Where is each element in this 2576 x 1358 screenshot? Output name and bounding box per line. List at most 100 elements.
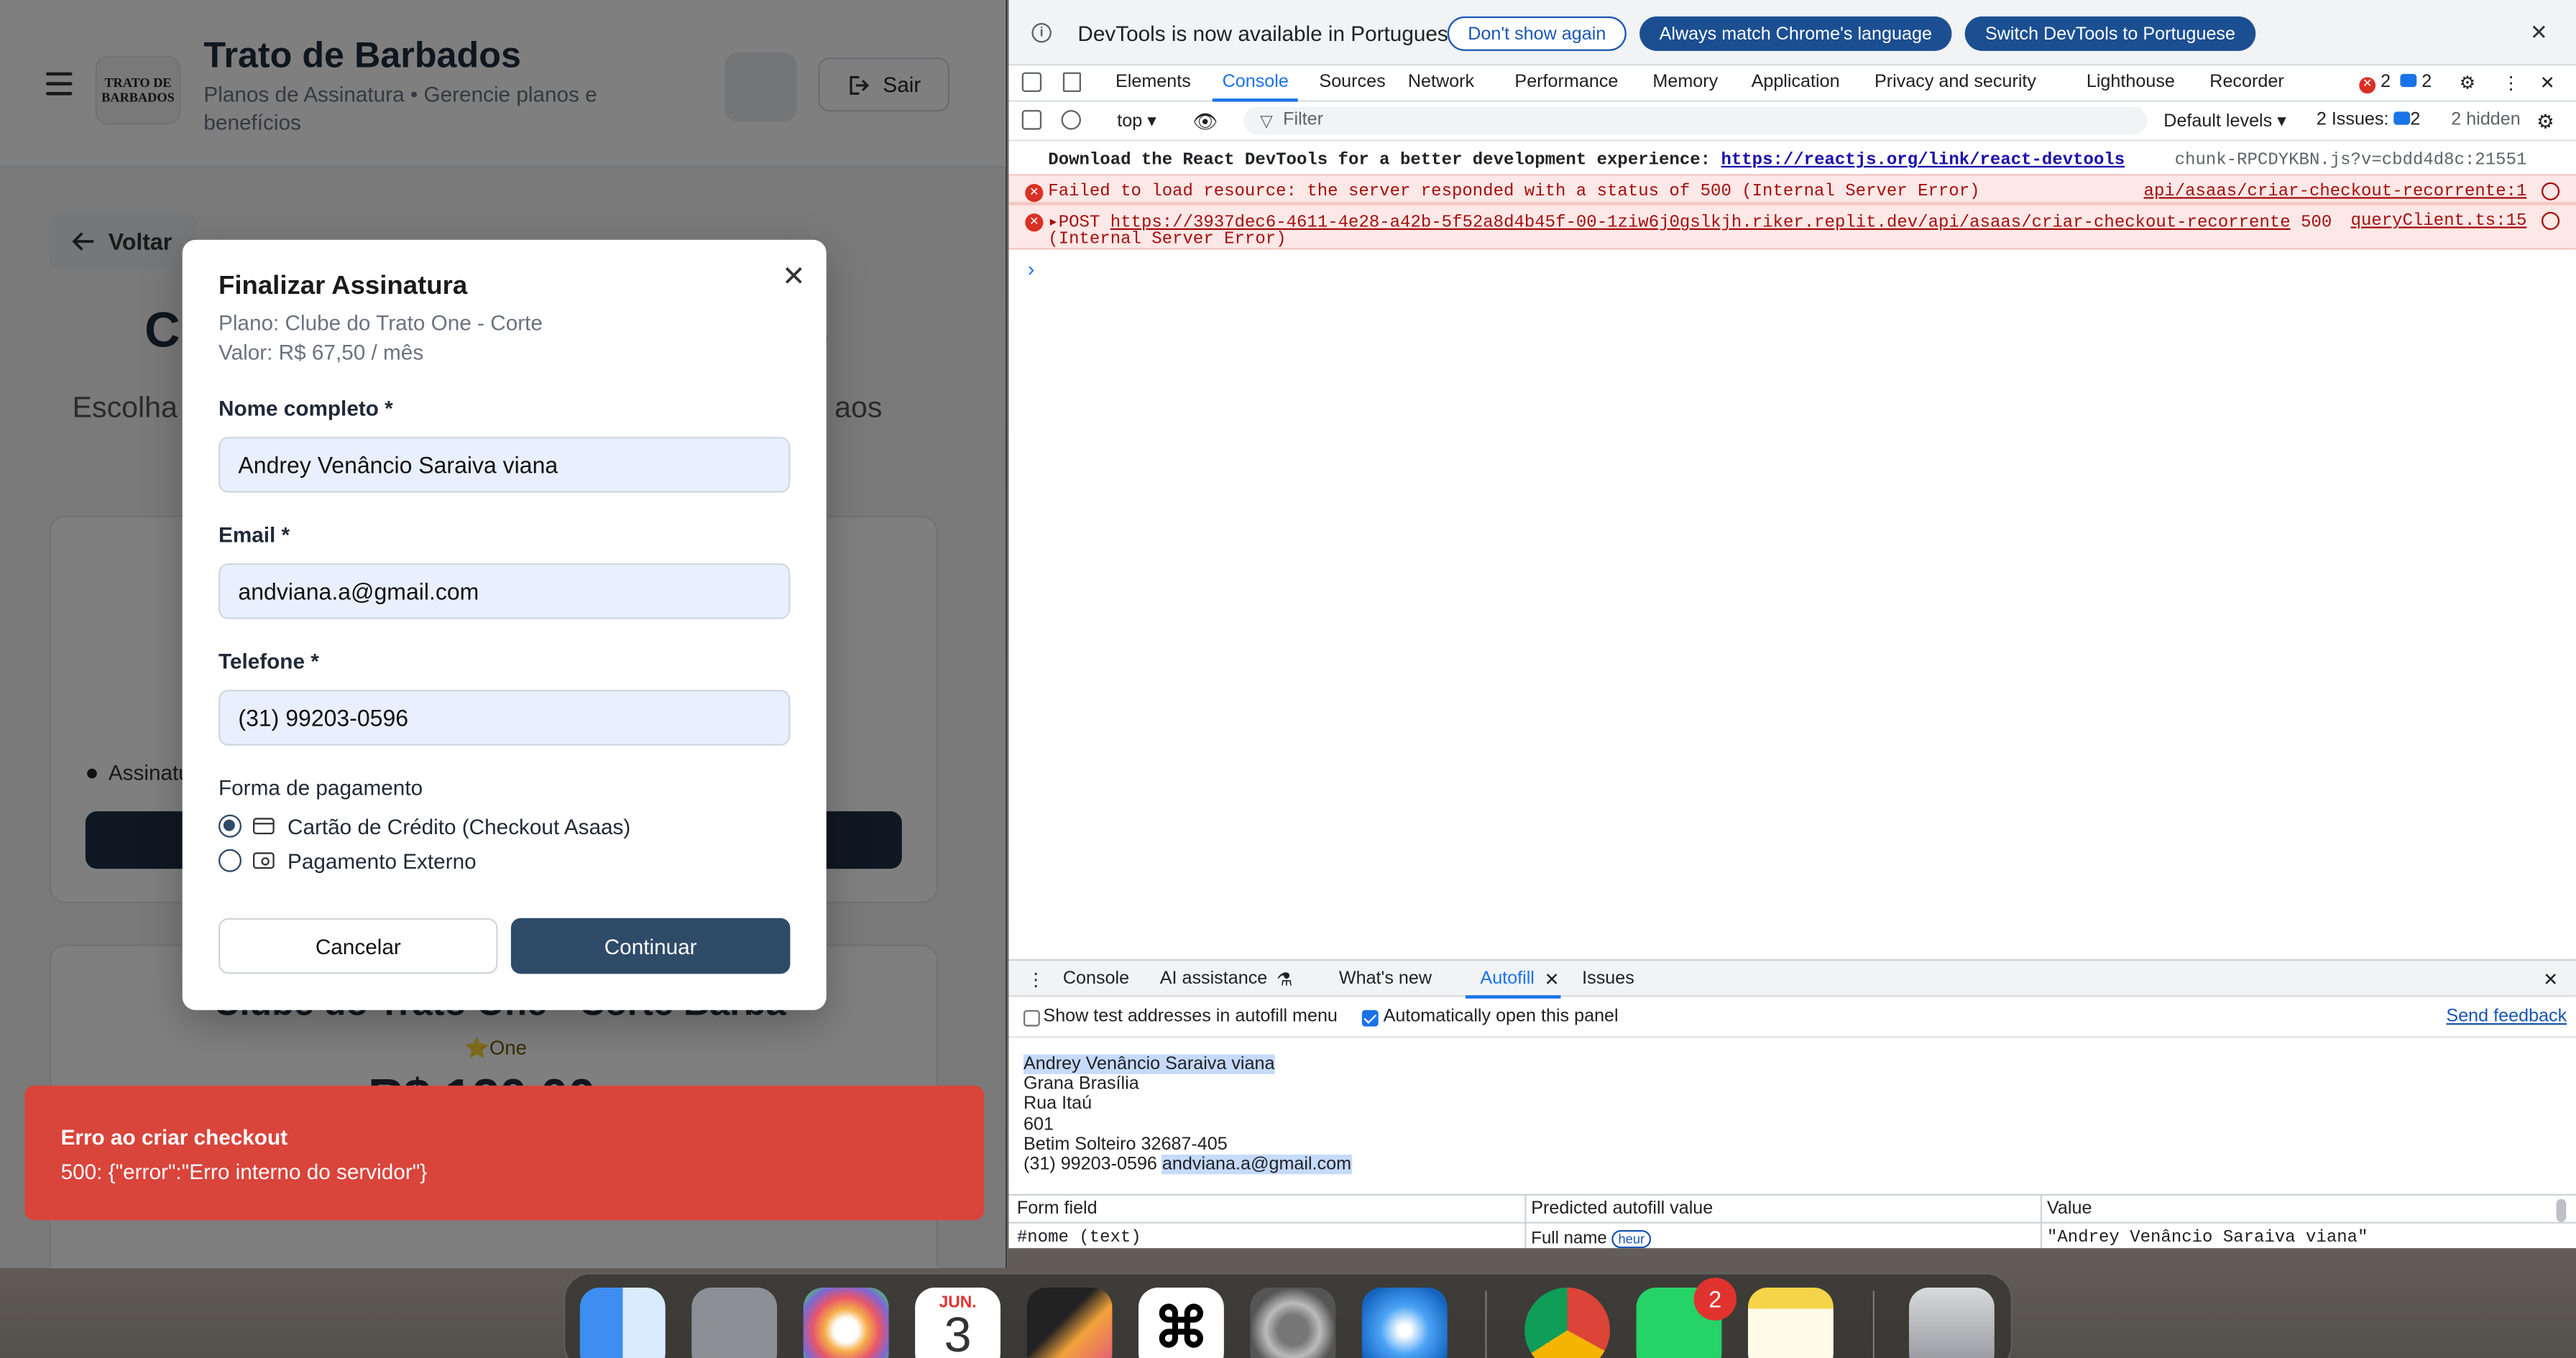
- table-header-form-field: Form field: [1016, 1198, 1098, 1219]
- final-cut-icon[interactable]: [1026, 1287, 1113, 1358]
- error-counter[interactable]: ✕ 2: [2359, 73, 2391, 94]
- drawer-close-icon[interactable]: ✕: [2543, 969, 2558, 990]
- safari-icon[interactable]: [1361, 1287, 1448, 1358]
- address-line-3: 601: [1023, 1114, 1054, 1135]
- tab-elements[interactable]: Elements: [1116, 73, 1191, 92]
- capcut-icon[interactable]: ⌘: [1138, 1287, 1224, 1358]
- network-request-icon[interactable]: [2541, 211, 2560, 230]
- autofill-tab-close-icon[interactable]: ✕: [1545, 969, 1560, 990]
- drawer-tab-console[interactable]: Console: [1063, 969, 1129, 989]
- console-settings-gear-icon[interactable]: ⚙: [2536, 110, 2554, 133]
- credit-card-icon: [252, 818, 275, 835]
- show-test-addresses-checkbox[interactable]: [1023, 1010, 1040, 1027]
- divider: [1008, 1036, 2576, 1038]
- continue-button[interactable]: Continuar: [510, 918, 791, 974]
- dont-show-again-button[interactable]: Don't show again: [1447, 16, 1627, 51]
- tab-console[interactable]: Console: [1223, 73, 1289, 92]
- infobar-close-icon[interactable]: ✕: [2530, 19, 2548, 46]
- close-icon[interactable]: ✕: [782, 261, 806, 294]
- tab-sources[interactable]: Sources: [1319, 73, 1385, 92]
- payment-option-card[interactable]: Cartão de Crédito (Checkout Asaas): [288, 815, 630, 839]
- payment-radio-card[interactable]: [218, 814, 242, 838]
- launchpad-icon[interactable]: [691, 1287, 778, 1358]
- tab-network[interactable]: Network: [1408, 73, 1474, 92]
- post-url-link[interactable]: https://3937dec6-4611-4e28-a42b-5f52a8d4…: [1110, 213, 2291, 233]
- name-field[interactable]: Andrey Venâncio Saraiva viana: [218, 436, 791, 493]
- address-phone: (31) 99203-0596: [1023, 1154, 1162, 1175]
- switch-to-portuguese-button[interactable]: Switch DevTools to Portuguese: [1964, 16, 2256, 51]
- system-settings-icon[interactable]: [1250, 1287, 1336, 1358]
- hidden-count: 2 hidden: [2451, 110, 2521, 130]
- photos-icon[interactable]: [803, 1287, 889, 1358]
- issues-count: 2: [2410, 110, 2421, 130]
- table-cell-value: "Andrey Venâncio Saraiva viana": [2046, 1228, 2368, 1249]
- address-name: Andrey Venâncio Saraiva viana: [1023, 1054, 1275, 1074]
- cancel-button[interactable]: Cancelar: [218, 918, 498, 974]
- drawer-tabbar: ⋮ Console AI assistance ⚗ What's new Aut…: [1008, 959, 2576, 999]
- context-selector[interactable]: top ▾: [1117, 110, 1156, 131]
- issues-message-icon: [2393, 111, 2411, 125]
- address-line-1: Grana Brasília: [1023, 1073, 1139, 1094]
- inspect-element-icon[interactable]: [1021, 72, 1042, 92]
- autofill-table: Form field Predicted autofill value Valu…: [1008, 1193, 2576, 1249]
- toast-body: 500: {"error":"Erro interno do servidor"…: [60, 1159, 428, 1184]
- react-devtools-link[interactable]: https://reactjs.org/link/react-devtools: [1721, 151, 2125, 170]
- post-source-link[interactable]: queryClient.ts:15: [2351, 212, 2527, 231]
- phone-field[interactable]: (31) 99203-0596: [218, 689, 791, 746]
- drawer-tab-whats-new[interactable]: What's new: [1339, 969, 1432, 989]
- payment-radio-external[interactable]: [218, 849, 242, 872]
- tab-performance[interactable]: Performance: [1514, 73, 1618, 92]
- tab-application[interactable]: Application: [1752, 73, 1840, 92]
- console-error-source-link[interactable]: api/asaas/criar-checkout-recorrente:1: [2144, 183, 2527, 202]
- tab-memory[interactable]: Memory: [1652, 73, 1718, 92]
- auto-open-checkbox[interactable]: [1361, 1010, 1379, 1027]
- trash-icon[interactable]: [1908, 1287, 1995, 1358]
- settings-gear-icon[interactable]: ⚙: [2460, 73, 2476, 93]
- dock-separator: [1485, 1290, 1487, 1358]
- log-levels-dropdown[interactable]: Default levels ▾: [2163, 110, 2286, 131]
- tab-privacy-security[interactable]: Privacy and security: [1874, 73, 2036, 92]
- clear-console-icon[interactable]: [1061, 110, 1081, 130]
- email-field[interactable]: andviana.a@gmail.com: [218, 563, 791, 619]
- filter-icon: ▽: [1260, 113, 1273, 131]
- console-error-text: Failed to load resource: the server resp…: [1048, 182, 1980, 203]
- error-count: 2: [2380, 72, 2391, 92]
- predicted-value: Full name: [1531, 1228, 1607, 1249]
- more-options-icon[interactable]: ⋮: [2502, 73, 2520, 93]
- drawer-tab-issues[interactable]: Issues: [1582, 969, 1634, 989]
- sidebar-toggle-icon[interactable]: [1021, 110, 1042, 130]
- devtools-close-icon[interactable]: ✕: [2540, 73, 2555, 93]
- notes-icon[interactable]: [1747, 1287, 1834, 1358]
- error-icon: ✕: [1025, 183, 1044, 203]
- table-header-divider: [1008, 1221, 2576, 1224]
- cash-icon: [252, 852, 275, 869]
- log-levels-value: Default levels: [2163, 111, 2273, 131]
- send-feedback-link[interactable]: Send feedback: [2446, 1007, 2567, 1026]
- eye-icon[interactable]: 👁: [1192, 110, 1218, 133]
- error-toast[interactable]: Erro ao criar checkout 500: {"error":"Er…: [24, 1085, 985, 1221]
- drawer-menu-icon[interactable]: ⋮: [1027, 969, 1045, 990]
- issues-button[interactable]: 2 Issues: 2: [2317, 110, 2421, 129]
- finder-icon[interactable]: [579, 1287, 666, 1358]
- payment-option-external[interactable]: Pagamento Externo: [288, 849, 477, 874]
- modal-value: Valor: R$ 67,50 / mês: [218, 340, 424, 365]
- issues-label: 2 Issues:: [2316, 110, 2389, 130]
- chrome-icon[interactable]: [1524, 1287, 1610, 1358]
- drawer-tab-autofill[interactable]: Autofill: [1480, 969, 1535, 989]
- always-match-language-button[interactable]: Always match Chrome's language: [1639, 16, 1952, 51]
- tab-recorder[interactable]: Recorder: [2209, 73, 2283, 92]
- table-scrollbar[interactable]: [2556, 1198, 2567, 1222]
- message-count: 2: [2421, 72, 2432, 92]
- tab-lighthouse[interactable]: Lighthouse: [2087, 73, 2175, 92]
- console-filter-input[interactable]: Filter: [1243, 106, 2148, 135]
- calendar-icon[interactable]: JUN. 3: [915, 1287, 1000, 1358]
- payment-label: Forma de pagamento: [218, 775, 423, 800]
- console-source-link[interactable]: chunk-RPCDYKBN.js?v=cbdd4d8c:21551: [2175, 151, 2527, 170]
- device-toolbar-icon[interactable]: [1062, 72, 1081, 92]
- table-cell-field[interactable]: #nome (text): [1017, 1229, 1141, 1248]
- console-message-text: Download the React DevTools for a better…: [1048, 151, 2125, 170]
- network-request-icon[interactable]: [2541, 182, 2560, 200]
- drawer-tab-ai-assistance[interactable]: AI assistance: [1160, 969, 1268, 989]
- console-prompt[interactable]: ›: [1025, 259, 1036, 282]
- message-counter[interactable]: 2: [2400, 73, 2432, 92]
